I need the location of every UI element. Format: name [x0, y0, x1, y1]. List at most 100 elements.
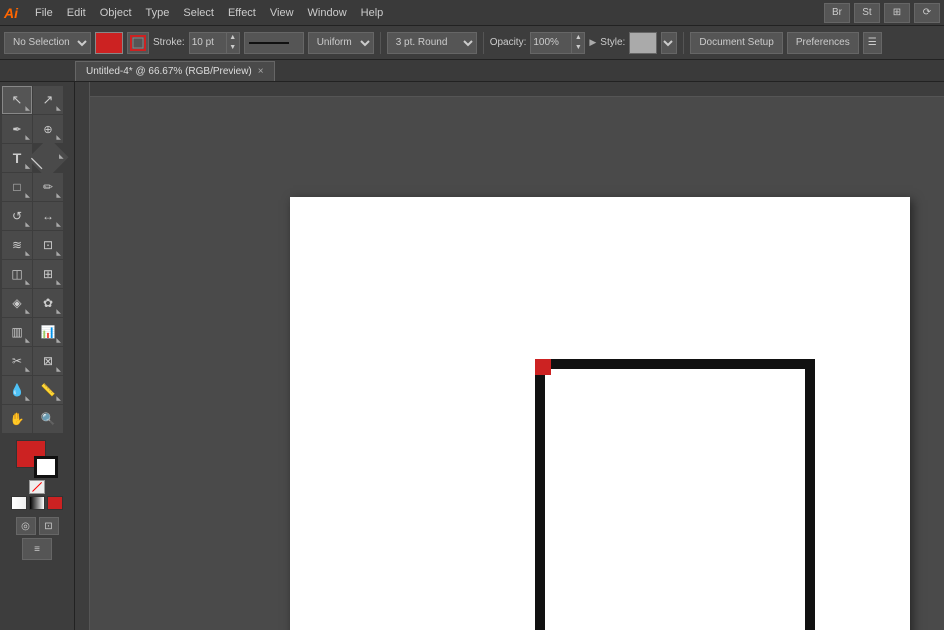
stroke-label: Stroke:: [153, 37, 185, 48]
rect-tool[interactable]: □◣: [2, 173, 32, 201]
options-toolbar: No Selection Stroke: ▲ ▼ Uniform 3 pt. R…: [0, 26, 944, 60]
divider-3: [683, 32, 684, 54]
hand-tool[interactable]: ✋: [2, 405, 32, 433]
color-swatch-area[interactable]: [16, 440, 58, 478]
layers-button[interactable]: ≡: [22, 538, 52, 560]
app-logo: Ai: [4, 5, 18, 21]
color-mode-swatch[interactable]: [11, 496, 27, 510]
graph-tool[interactable]: 📊◣: [33, 318, 63, 346]
menu-help[interactable]: Help: [354, 5, 391, 21]
zoom-tool[interactable]: 🔍: [33, 405, 63, 433]
tool-row-6: ≋◣ ⊡◣: [2, 231, 72, 259]
style-dropdown[interactable]: ▾: [661, 32, 677, 54]
tool-row-9: ▥◣ 📊◣: [2, 318, 72, 346]
menu-view[interactable]: View: [263, 5, 301, 21]
opacity-down-arrow[interactable]: ▼: [572, 43, 584, 53]
menu-object[interactable]: Object: [93, 5, 139, 21]
stroke-value-input[interactable]: ▲ ▼: [189, 32, 240, 54]
toggle-visibility-button[interactable]: ◎: [16, 517, 36, 535]
fill-color-swatch[interactable]: [95, 32, 123, 54]
menu-effect[interactable]: Effect: [221, 5, 263, 21]
stroke-up-arrow[interactable]: ▲: [227, 33, 239, 43]
mirror-tool[interactable]: ↔◣: [33, 202, 63, 230]
stroke-value-field[interactable]: [190, 37, 226, 48]
left-toolbar: ↖◣ ↗◣ ✒◣ ⊕◣ T◣ |◣ □◣ ✏◣ ↺◣ ↔◣ ≋◣ ⊡◣ ◫◣ ⊞…: [0, 82, 75, 630]
tool-row-2: ✒◣ ⊕◣: [2, 115, 72, 143]
style-label: Style:: [600, 37, 625, 48]
app-icons: Br St ⊞ ⟳: [824, 3, 940, 23]
round-cap-dropdown[interactable]: 3 pt. Round: [387, 32, 477, 54]
opacity-input[interactable]: ▲ ▼: [530, 32, 585, 54]
tool-row-7: ◫◣ ⊞◣: [2, 260, 72, 288]
stroke-arrows: ▲ ▼: [226, 33, 239, 53]
direct-select-tool[interactable]: ↗◣: [33, 86, 63, 114]
chart-tool[interactable]: ▥◣: [2, 318, 32, 346]
symbol-tool[interactable]: ✿◣: [33, 289, 63, 317]
select-tool[interactable]: ↖◣: [2, 86, 32, 114]
tool-row-11: 💧◣ 📏◣: [2, 376, 72, 404]
stock-icon[interactable]: St: [854, 3, 880, 23]
ruler-top: [75, 82, 944, 97]
stroke-down-arrow[interactable]: ▼: [227, 43, 239, 53]
menu-type[interactable]: Type: [139, 5, 177, 21]
rotate-tool[interactable]: ↺◣: [2, 202, 32, 230]
artboard: [290, 197, 910, 630]
menu-file[interactable]: File: [28, 5, 60, 21]
main-layout: ↖◣ ↗◣ ✒◣ ⊕◣ T◣ |◣ □◣ ✏◣ ↺◣ ↔◣ ≋◣ ⊡◣ ◫◣ ⊞…: [0, 82, 944, 630]
ruler-left: [75, 82, 90, 630]
menu-edit[interactable]: Edit: [60, 5, 93, 21]
blend-tool[interactable]: ◈◣: [2, 289, 32, 317]
pencil-tool[interactable]: ✏◣: [33, 173, 63, 201]
preferences-button[interactable]: Preferences: [787, 32, 859, 54]
bridge-icon[interactable]: Br: [824, 3, 850, 23]
menu-bar: Ai File Edit Object Type Select Effect V…: [0, 0, 944, 26]
stroke-swatch[interactable]: [34, 456, 58, 478]
tab-bar: Untitled-4* @ 66.67% (RGB/Preview) ×: [0, 60, 944, 82]
eyedropper-tool[interactable]: 💧◣: [2, 376, 32, 404]
quick-swatches: [29, 480, 45, 494]
tool-row-5: ↺◣ ↔◣: [2, 202, 72, 230]
document-tab[interactable]: Untitled-4* @ 66.67% (RGB/Preview) ×: [75, 61, 275, 81]
pattern-swatch[interactable]: [47, 496, 63, 510]
divider-1: [380, 32, 381, 54]
slice-tool[interactable]: ✂◣: [2, 347, 32, 375]
opacity-arrows: ▲ ▼: [571, 33, 584, 53]
stroke-line-preview[interactable]: [244, 32, 304, 54]
opacity-label: Opacity:: [490, 37, 527, 48]
measure-tool[interactable]: 📏◣: [33, 376, 63, 404]
tool-row-12: ✋ 🔍: [2, 405, 72, 433]
artboard-view-button[interactable]: ⊡: [39, 517, 59, 535]
rectangle-object[interactable]: [535, 359, 815, 630]
stroke-type-icon[interactable]: [127, 32, 149, 54]
tool-row-3: T◣ |◣: [2, 144, 72, 172]
stroke-type-dropdown[interactable]: Uniform: [308, 32, 374, 54]
tool-row-8: ◈◣ ✿◣: [2, 289, 72, 317]
workspace-icon[interactable]: ⊞: [884, 3, 910, 23]
warp-tool[interactable]: ≋◣: [2, 231, 32, 259]
menu-window[interactable]: Window: [301, 5, 354, 21]
sync-icon[interactable]: ⟳: [914, 3, 940, 23]
tool-row-1: ↖◣ ↗◣: [2, 86, 72, 114]
none-swatch[interactable]: [29, 480, 45, 494]
style-swatch[interactable]: [629, 32, 657, 54]
divider-2: [483, 32, 484, 54]
red-corner-indicator: [535, 359, 551, 375]
artboard-tool[interactable]: ⊠◣: [33, 347, 63, 375]
menu-select[interactable]: Select: [176, 5, 221, 21]
selection-dropdown[interactable]: No Selection: [4, 32, 91, 54]
opacity-value-field[interactable]: [531, 37, 571, 48]
mini-swatch-row: [11, 496, 63, 510]
transform-tool[interactable]: ⊡◣: [33, 231, 63, 259]
document-setup-button[interactable]: Document Setup: [690, 32, 783, 54]
tool-row-10: ✂◣ ⊠◣: [2, 347, 72, 375]
canvas-area: [75, 82, 944, 630]
gradient-tool[interactable]: ◫◣: [2, 260, 32, 288]
pen-tool[interactable]: ✒◣: [2, 115, 32, 143]
arrange-button[interactable]: ☰: [863, 32, 882, 54]
gradient-swatch[interactable]: [29, 496, 45, 510]
mesh-tool[interactable]: ⊞◣: [33, 260, 63, 288]
tab-close-button[interactable]: ×: [258, 66, 264, 77]
opacity-up-arrow[interactable]: ▲: [572, 33, 584, 43]
artboard-container: [90, 97, 944, 630]
tool-row-4: □◣ ✏◣: [2, 173, 72, 201]
